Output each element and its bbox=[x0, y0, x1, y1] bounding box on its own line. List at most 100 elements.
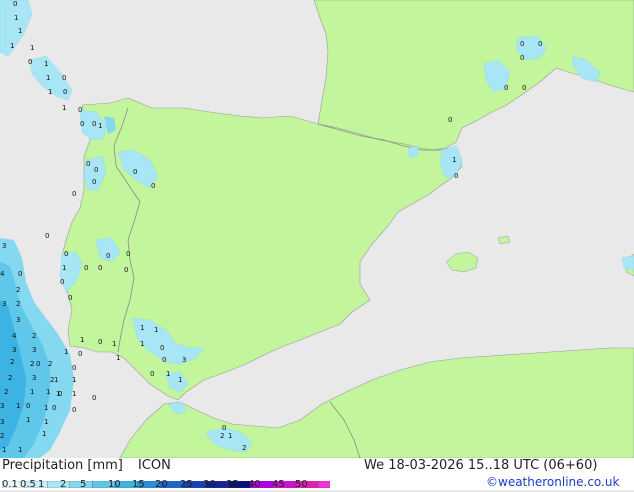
legend-label: 50 bbox=[295, 479, 308, 490]
cell-value: 1 bbox=[64, 348, 68, 356]
cell-value: 2 bbox=[16, 286, 20, 294]
cell-value: 0 bbox=[26, 402, 30, 410]
legend-label: 0.1 bbox=[2, 479, 18, 490]
legend-label: 30 bbox=[203, 479, 216, 490]
cell-value: 0 bbox=[68, 294, 72, 302]
cell-value: 1 bbox=[112, 340, 116, 348]
cell-value: 2 bbox=[0, 432, 4, 440]
cell-value: 2 bbox=[242, 444, 246, 452]
cell-value: 4 bbox=[0, 270, 5, 278]
cell-value: 0 bbox=[58, 390, 62, 398]
cell-value: 1 bbox=[44, 404, 48, 412]
legend-label: 15 bbox=[132, 479, 145, 490]
cell-value: 1 bbox=[42, 430, 46, 438]
cell-value: 1 bbox=[14, 14, 18, 22]
cell-value: 0 bbox=[84, 264, 88, 272]
cell-value: 0 bbox=[36, 360, 40, 368]
cell-value: 1 bbox=[44, 60, 48, 68]
cell-value: 1 bbox=[44, 418, 48, 426]
cell-value: 1 bbox=[30, 388, 34, 396]
cell-value: 1 bbox=[154, 326, 158, 334]
cell-value: 3 bbox=[182, 356, 186, 364]
cell-value: 0 bbox=[13, 0, 17, 8]
cell-value: 0 bbox=[520, 54, 524, 62]
cell-value: 0 bbox=[448, 116, 452, 124]
cell-value: 1 bbox=[72, 390, 76, 398]
cell-value: 2 bbox=[8, 374, 12, 382]
cell-value: 3 bbox=[12, 346, 16, 354]
cell-value: 0 bbox=[28, 58, 32, 66]
legend-label: 2 bbox=[60, 479, 67, 490]
cell-value: 3 bbox=[32, 346, 36, 354]
legend-labels: 0.1 0.5 1 2 5 10 15 20 25 30 35 40 45 50 bbox=[0, 479, 340, 491]
cell-value: 0 bbox=[522, 84, 526, 92]
cell-value: 1 bbox=[80, 336, 84, 344]
footer-bar: Precipitation [mm] ICON We 18-03-2026 15… bbox=[0, 458, 634, 490]
cell-value: 0 bbox=[520, 40, 524, 48]
cell-value: 1 bbox=[62, 104, 66, 112]
model-name: ICON bbox=[138, 458, 171, 473]
cell-value: 0 bbox=[86, 160, 90, 168]
cell-value: 0 bbox=[78, 106, 82, 114]
cell-value: 1 bbox=[48, 88, 52, 96]
legend-label: 25 bbox=[180, 479, 193, 490]
legend-label: 20 bbox=[155, 479, 168, 490]
cell-value: 2 bbox=[4, 388, 8, 396]
cell-value: 2 bbox=[32, 332, 36, 340]
cell-value: 0 bbox=[92, 120, 96, 128]
cell-value: 1 bbox=[98, 122, 102, 130]
cell-value: 3 bbox=[0, 418, 4, 426]
cell-value: 0 bbox=[160, 344, 164, 352]
valid-time: We 18-03-2026 15..18 UTC (06+60) bbox=[364, 458, 598, 473]
cell-value: 0 bbox=[72, 406, 76, 414]
map-title: Precipitation [mm] bbox=[2, 458, 123, 473]
cell-value: 0 bbox=[222, 424, 226, 432]
cell-value: 0 bbox=[124, 266, 128, 274]
legend-label: 45 bbox=[272, 479, 285, 490]
cell-value: 1 bbox=[452, 156, 456, 164]
cell-value: 0 bbox=[72, 190, 76, 198]
legend-label: 40 bbox=[248, 479, 261, 490]
cell-value: 1 bbox=[140, 324, 144, 332]
cell-value: 0 bbox=[98, 338, 102, 346]
cell-value: 0 bbox=[133, 168, 137, 176]
cell-value: 1 bbox=[26, 416, 30, 424]
cell-value: 1 bbox=[166, 370, 170, 378]
cell-value: 0 bbox=[92, 394, 96, 402]
cell-value: 1 bbox=[72, 376, 76, 384]
cell-value: 2 bbox=[48, 360, 52, 368]
credit-text: ©weatheronline.co.uk bbox=[486, 475, 620, 489]
cell-value: 1 bbox=[140, 340, 144, 348]
cell-value: 0 bbox=[454, 172, 458, 180]
cell-value: 1 bbox=[46, 388, 50, 396]
legend-label: 35 bbox=[226, 479, 239, 490]
cell-value: 4 bbox=[12, 332, 17, 340]
cell-value: 0 bbox=[162, 356, 166, 364]
precipitation-map: 1 1 1 0 1 0 1 0 1 1 0 1 0 1 0 0 0 0 0 0 … bbox=[0, 0, 634, 459]
cell-value: 1 bbox=[16, 402, 20, 410]
cell-value: 1 bbox=[62, 264, 66, 272]
cell-value: 3 bbox=[0, 402, 4, 410]
cell-value: 0 bbox=[126, 250, 130, 258]
cell-value: 0 bbox=[60, 278, 64, 286]
cell-value: 0 bbox=[64, 250, 68, 258]
cell-value: 3 bbox=[2, 300, 6, 308]
legend-label: 1 bbox=[38, 479, 45, 490]
cell-value: 0 bbox=[18, 270, 22, 278]
cell-value: 0 bbox=[45, 232, 49, 240]
legend-label: 0.5 bbox=[20, 479, 36, 490]
cell-value: 0 bbox=[106, 252, 110, 260]
cell-value: 2 bbox=[16, 300, 20, 308]
cell-value: 1 bbox=[18, 27, 22, 35]
cell-value: 1 bbox=[228, 432, 232, 440]
cell-value: 2 bbox=[10, 358, 14, 366]
cell-value: 0 bbox=[72, 364, 76, 372]
cell-value: 1 bbox=[46, 74, 50, 82]
cell-value: 1 bbox=[116, 354, 120, 362]
cell-value: 1 bbox=[54, 376, 58, 384]
cell-value: 1 bbox=[10, 42, 14, 50]
cell-value: 1 bbox=[2, 446, 6, 454]
cell-value: 1 bbox=[18, 446, 22, 454]
cell-value: 2 bbox=[50, 376, 54, 384]
cell-value: 0 bbox=[80, 120, 84, 128]
